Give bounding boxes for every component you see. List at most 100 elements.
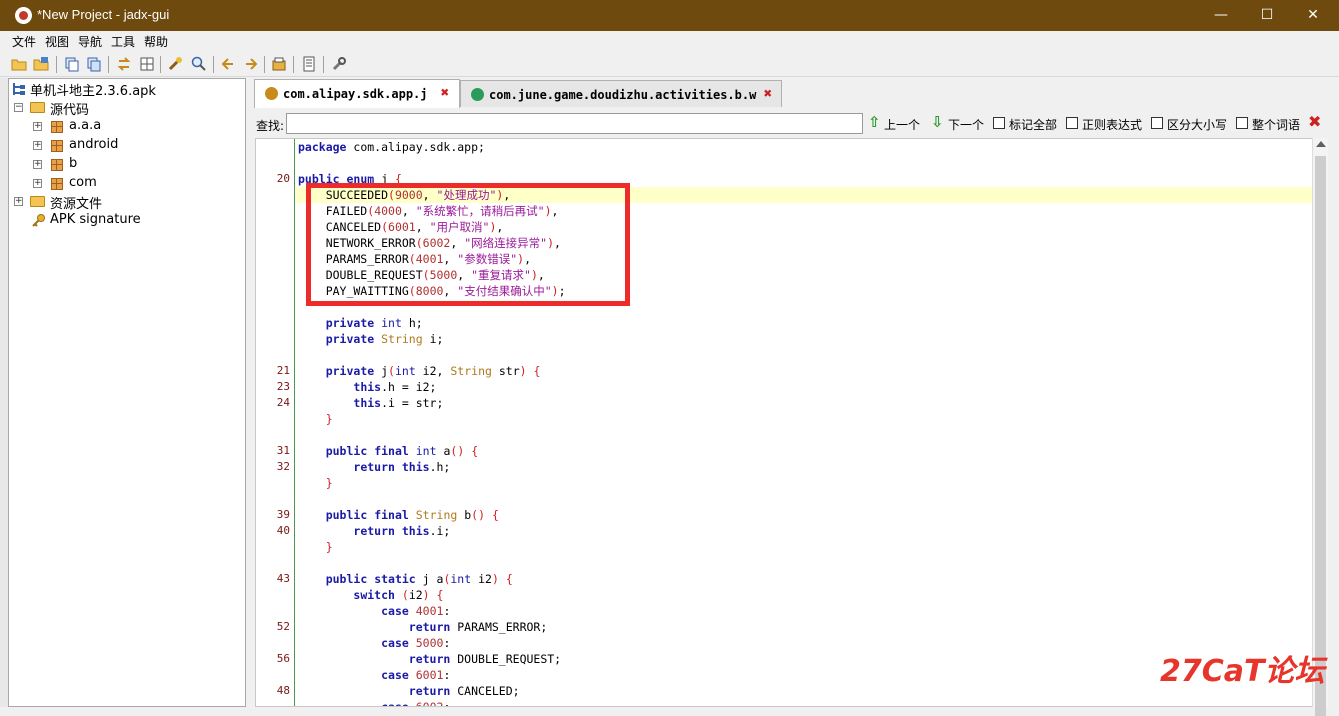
code-line[interactable]: } xyxy=(298,539,333,555)
save-icon[interactable] xyxy=(32,55,50,73)
line-number: 20 xyxy=(276,172,290,185)
open-icon[interactable] xyxy=(10,55,28,73)
line-number: 23 xyxy=(276,380,290,393)
line-number xyxy=(256,139,290,155)
tree-root-label: 单机斗地主2.3.6.apk xyxy=(30,84,156,99)
line-number: 52 xyxy=(276,620,290,633)
code-line[interactable]: return this.h; xyxy=(298,459,450,475)
code-line[interactable]: public static j a(int i2) { xyxy=(298,571,513,587)
project-tree[interactable]: 单机斗地主2.3.6.apk − 源代码 + a.a.a + android +… xyxy=(8,78,246,707)
line-number xyxy=(256,603,290,619)
whole-word-checkbox[interactable] xyxy=(1236,117,1248,129)
tab-alipay-j[interactable]: com.alipay.sdk.app.j ✖ xyxy=(254,79,460,108)
line-number: 21 xyxy=(276,364,290,377)
code-line[interactable]: case 4001: xyxy=(298,603,450,619)
line-number xyxy=(256,187,290,203)
search-label: 查找: xyxy=(256,119,285,133)
flatten-icon[interactable] xyxy=(138,55,156,73)
code-line[interactable]: public final int a() { xyxy=(298,443,478,459)
code-line[interactable]: return CANCELED; xyxy=(298,683,520,699)
back-icon[interactable] xyxy=(219,55,237,73)
minimize-button[interactable]: — xyxy=(1198,0,1244,31)
folder-icon xyxy=(30,196,45,207)
menu-bar: 文件 视图 导航 工具 帮助 xyxy=(0,31,1339,51)
dex-icon[interactable] xyxy=(300,55,318,73)
tab-doudizhu-w[interactable]: com.june.game.doudizhu.activities.b.w ✖ xyxy=(460,80,782,107)
menu-help[interactable]: 帮助 xyxy=(144,33,168,50)
enum-class-icon xyxy=(265,87,278,100)
prev-button[interactable]: 上一个 xyxy=(884,116,920,133)
code-line[interactable]: private j(int i2, String str) { xyxy=(298,363,541,379)
sync-icon[interactable] xyxy=(115,55,133,73)
search-close-icon[interactable]: ✖ xyxy=(1308,114,1324,130)
code-line[interactable]: this.i = str; xyxy=(298,395,443,411)
code-line[interactable]: case 6002: xyxy=(298,699,450,706)
menu-tools[interactable]: 工具 xyxy=(111,33,135,50)
line-number xyxy=(256,539,290,555)
line-number xyxy=(256,347,290,363)
line-number xyxy=(256,155,290,171)
expand-icon[interactable]: + xyxy=(33,160,42,169)
down-arrow-icon[interactable]: ⇩ xyxy=(931,115,944,130)
code-line[interactable]: case 6001: xyxy=(298,667,450,683)
code-line[interactable]: } xyxy=(298,475,333,491)
code-line[interactable]: return PARAMS_ERROR; xyxy=(298,619,547,635)
tab-close-icon[interactable]: ✖ xyxy=(761,87,775,101)
close-button[interactable]: ✕ xyxy=(1290,0,1336,31)
match-case-checkbox[interactable] xyxy=(1151,117,1163,129)
maximize-button[interactable]: ☐ xyxy=(1244,0,1290,31)
code-line[interactable]: public final String b() { xyxy=(298,507,499,523)
collapse-icon[interactable]: − xyxy=(14,103,23,112)
settings-icon[interactable] xyxy=(330,55,348,73)
code-line[interactable]: return this.i; xyxy=(298,523,450,539)
tab-label: com.june.game.doudizhu.activities.b.w xyxy=(489,88,757,102)
code-line[interactable]: this.h = i2; xyxy=(298,379,436,395)
up-arrow-icon[interactable]: ⇧ xyxy=(868,115,881,130)
code-line[interactable]: private String i; xyxy=(298,331,444,347)
line-number xyxy=(256,475,290,491)
expand-icon[interactable]: + xyxy=(33,122,42,131)
line-number-gutter: 20 21 23 24 31 32 39 40 43 52 56 48 xyxy=(256,139,295,706)
expand-icon[interactable]: + xyxy=(33,179,42,188)
log-icon[interactable] xyxy=(270,55,288,73)
whole-word-label: 整个词语 xyxy=(1252,118,1301,132)
key-icon xyxy=(32,214,45,227)
code-line[interactable]: case 5000: xyxy=(298,635,450,651)
copy-all-icon[interactable] xyxy=(85,55,103,73)
toolbar-separator xyxy=(160,56,161,73)
apk-root-icon xyxy=(13,83,25,95)
code-line[interactable]: private int h; xyxy=(298,315,423,331)
line-number: 24 xyxy=(276,396,290,409)
code-line[interactable]: switch (i2) { xyxy=(298,587,443,603)
menu-view[interactable]: 视图 xyxy=(45,33,69,50)
vertical-scrollbar[interactable] xyxy=(1312,138,1328,716)
regex-checkbox[interactable] xyxy=(1066,117,1078,129)
menu-file[interactable]: 文件 xyxy=(12,33,36,50)
forward-icon[interactable] xyxy=(242,55,260,73)
expand-icon[interactable]: + xyxy=(14,197,23,206)
code-line[interactable]: } xyxy=(298,411,333,427)
search-input[interactable] xyxy=(286,113,863,134)
line-number xyxy=(256,331,290,347)
scroll-thumb[interactable] xyxy=(1315,156,1326,716)
line-number xyxy=(256,587,290,603)
line-number: 39 xyxy=(276,508,290,521)
toolbar-separator xyxy=(56,56,57,73)
decompile-icon[interactable] xyxy=(166,55,184,73)
search-icon[interactable] xyxy=(190,55,208,73)
menu-navigate[interactable]: 导航 xyxy=(78,33,102,50)
expand-icon[interactable]: + xyxy=(33,141,42,150)
mark-all-checkbox[interactable] xyxy=(993,117,1005,129)
tree-source-label: 源代码 xyxy=(50,103,90,118)
next-button[interactable]: 下一个 xyxy=(948,116,984,133)
line-number xyxy=(256,667,290,683)
line-number xyxy=(256,203,290,219)
tree-resources-label: 资源文件 xyxy=(50,197,103,212)
line-number xyxy=(256,555,290,571)
tab-close-icon[interactable]: ✖ xyxy=(438,86,452,100)
code-line[interactable]: package com.alipay.sdk.app; xyxy=(298,139,485,155)
scroll-up-icon[interactable] xyxy=(1316,141,1326,147)
code-line[interactable]: return DOUBLE_REQUEST; xyxy=(298,651,561,667)
panel-splitter[interactable] xyxy=(246,78,252,707)
copy-icon[interactable] xyxy=(63,55,81,73)
